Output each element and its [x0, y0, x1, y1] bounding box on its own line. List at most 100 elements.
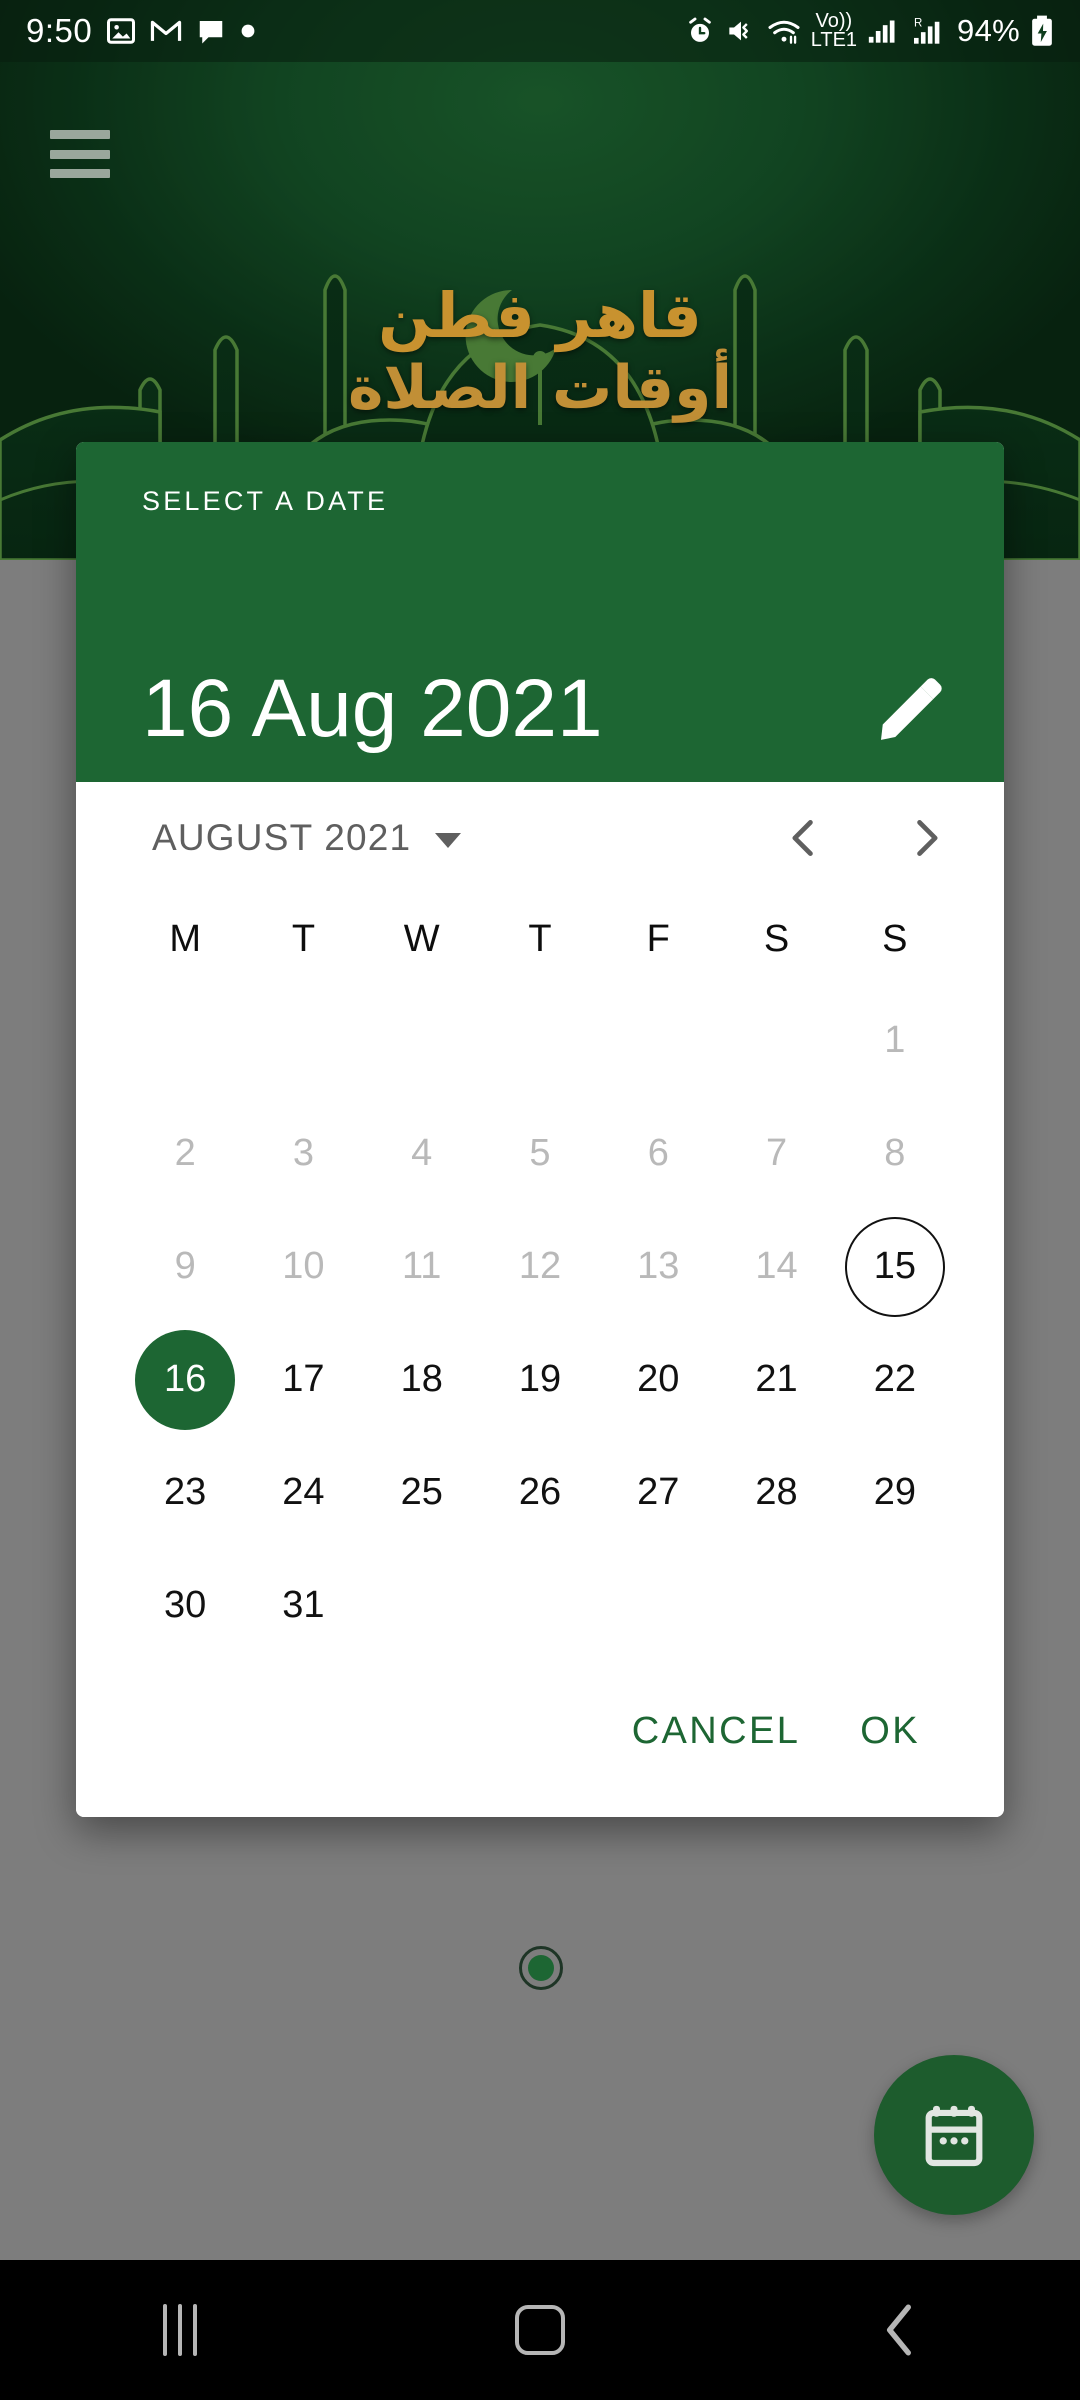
- message-icon: [199, 21, 223, 44]
- calendar-day-label: 25: [400, 1471, 443, 1513]
- signal-icon: [868, 20, 895, 43]
- calendar-day-label: 12: [518, 1245, 562, 1287]
- home-icon: [515, 2305, 565, 2355]
- calendar-day-20[interactable]: 20: [599, 1323, 717, 1436]
- calendar-day-11[interactable]: 11: [363, 1210, 481, 1323]
- app-subtitle-arabic: أوقات الصلاة: [347, 353, 733, 423]
- calendar-day-4[interactable]: 4: [363, 1097, 481, 1210]
- calendar-cell-empty: [126, 984, 244, 1097]
- calendar-cell-empty: [363, 984, 481, 1097]
- app-title-arabic: قاهر فطن: [378, 279, 702, 352]
- calendar-day-22[interactable]: 22: [836, 1323, 954, 1436]
- phone-screen: قاهر فطن أوقات الصلاة 9:50 Vo)) LTE1 R 9…: [0, 0, 1080, 2400]
- calendar-day-10[interactable]: 10: [244, 1210, 362, 1323]
- calendar-day-19[interactable]: 19: [481, 1323, 599, 1436]
- calendar-day-14[interactable]: 14: [717, 1210, 835, 1323]
- wifi-icon: [768, 20, 800, 44]
- month-year-label[interactable]: AUGUST 2021: [152, 817, 411, 859]
- page-dot-indicator[interactable]: [519, 1946, 563, 1990]
- calendar-day-15[interactable]: 15: [836, 1210, 954, 1323]
- ok-button[interactable]: OK: [830, 1692, 950, 1771]
- calendar-day-label: 6: [647, 1132, 669, 1174]
- date-picker-body: AUGUST 2021 MTWTFSS 1 2 3 4 5 6 7 8 9 10 11 12 13 14 1…: [76, 782, 1004, 1817]
- hamburger-bar: [50, 149, 110, 159]
- calendar-day-label: 8: [884, 1132, 906, 1174]
- pencil-icon[interactable]: [874, 674, 944, 744]
- calendar-cell-empty: [717, 984, 835, 1097]
- calendar-day-8[interactable]: 8: [836, 1097, 954, 1210]
- back-button[interactable]: [810, 2260, 990, 2400]
- weekday-header: W: [403, 917, 440, 960]
- volte-icon: Vo)) LTE1: [810, 10, 858, 51]
- weekday-header: T: [291, 917, 316, 960]
- calendar-day-label: 26: [518, 1471, 562, 1513]
- calendar-day-label: 27: [637, 1471, 680, 1513]
- calendar-day-1[interactable]: 1: [836, 984, 954, 1097]
- calendar-weeks: 1 2 3 4 5 6 7 8 9 10 11 12 13 14 15 16 17 18 19 20 21 22 23 24 2…: [126, 984, 954, 1662]
- calendar-cell-empty: [244, 984, 362, 1097]
- calendar-day-label: 13: [637, 1245, 680, 1287]
- chevron-right-icon[interactable]: [904, 816, 948, 860]
- calendar-day-3[interactable]: 3: [244, 1097, 362, 1210]
- month-arrows: [782, 816, 948, 860]
- calendar-day-label: 1: [884, 1019, 906, 1061]
- calendar-day-label: 18: [400, 1358, 443, 1400]
- status-bar: 9:50 Vo)) LTE1 R 94%: [0, 0, 1080, 62]
- calendar-day-24[interactable]: 24: [244, 1436, 362, 1549]
- calendar-day-7[interactable]: 7: [717, 1097, 835, 1210]
- calendar-day-30[interactable]: 30: [126, 1549, 244, 1662]
- weekday-header-row: MTWTFSS: [126, 894, 954, 984]
- calendar-day-23[interactable]: 23: [126, 1436, 244, 1549]
- weekday-header: T: [528, 917, 552, 960]
- android-navigation-bar: [0, 2260, 1080, 2400]
- calendar-day-6[interactable]: 6: [599, 1097, 717, 1210]
- chevron-left-icon[interactable]: [782, 816, 826, 860]
- calendar-day-label: 15: [844, 1216, 945, 1317]
- recents-button[interactable]: [90, 2260, 270, 2400]
- calendar-day-25[interactable]: 25: [363, 1436, 481, 1549]
- calendar-cell-empty: [599, 1549, 717, 1662]
- calendar-day-27[interactable]: 27: [599, 1436, 717, 1549]
- calendar-week-row: 16 17 18 19 20 21 22: [126, 1323, 954, 1436]
- calendar-day-label: 4: [411, 1132, 433, 1174]
- cancel-button[interactable]: CANCEL: [602, 1692, 831, 1771]
- calendar-cell-empty: [363, 1549, 481, 1662]
- calendar-day-label: 7: [765, 1132, 788, 1174]
- roaming-signal-icon: R: [914, 17, 940, 44]
- calendar-day-9[interactable]: 9: [126, 1210, 244, 1323]
- calendar-day-18[interactable]: 18: [363, 1323, 481, 1436]
- calendar-day-29[interactable]: 29: [836, 1436, 954, 1549]
- calendar-day-21[interactable]: 21: [717, 1323, 835, 1436]
- weekday-header: F: [646, 917, 670, 960]
- calendar-day-label: 17: [282, 1358, 325, 1400]
- chevron-down-icon[interactable]: [435, 832, 462, 848]
- calendar-day-31[interactable]: 31: [244, 1549, 362, 1662]
- weekday-header: M: [169, 917, 201, 960]
- mute-vibrate-icon: [729, 21, 748, 41]
- hamburger-menu-icon[interactable]: [50, 130, 110, 178]
- recents-bar: [193, 2304, 197, 2356]
- calendar-day-12[interactable]: 12: [481, 1210, 599, 1323]
- calendar-day-5[interactable]: 5: [481, 1097, 599, 1210]
- weekday-header: S: [882, 917, 908, 960]
- calendar-cell-empty: [717, 1549, 835, 1662]
- gmail-icon: [151, 20, 182, 41]
- calendar-fab-button[interactable]: [874, 2055, 1034, 2215]
- battery-charging-icon: [1032, 15, 1052, 46]
- calendar-day-26[interactable]: 26: [481, 1436, 599, 1549]
- calendar-cell-empty: [481, 984, 599, 1097]
- calendar-day-13[interactable]: 13: [599, 1210, 717, 1323]
- calendar-week-row: 23 24 25 26 27 28 29: [126, 1436, 954, 1549]
- calendar-day-label: 22: [873, 1358, 916, 1400]
- calendar-cell-empty: [599, 984, 717, 1097]
- calendar-day-17[interactable]: 17: [244, 1323, 362, 1436]
- calendar-day-label: 31: [282, 1584, 325, 1626]
- home-button[interactable]: [450, 2260, 630, 2400]
- calendar-day-16[interactable]: 16: [126, 1323, 244, 1436]
- calendar-day-28[interactable]: 28: [717, 1436, 835, 1549]
- calendar-day-label: 29: [873, 1471, 916, 1513]
- calendar-day-label: 21: [755, 1358, 798, 1400]
- calendar-day-label: 24: [282, 1471, 325, 1513]
- calendar-day-2[interactable]: 2: [126, 1097, 244, 1210]
- hamburger-bar: [50, 169, 110, 178]
